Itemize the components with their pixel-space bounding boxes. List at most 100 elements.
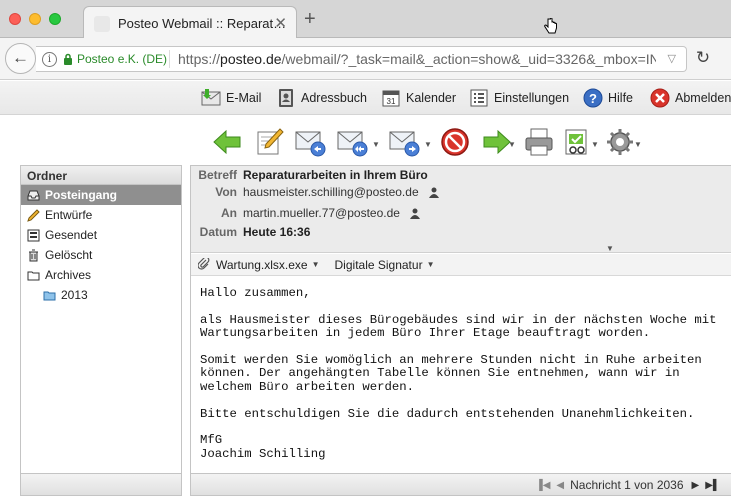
signature-item[interactable]: Digitale Signatur ▼ <box>335 258 435 272</box>
nav-email-label: E-Mail <box>226 91 262 105</box>
favicon-icon <box>94 16 110 32</box>
prev-message-icon[interactable]: ◀ <box>556 480 564 491</box>
message-headers: Betreff Reparaturarbeiten in Ihrem Büro … <box>191 166 731 253</box>
minimize-window-button[interactable] <box>29 13 41 25</box>
url-host: posteo.de <box>220 51 282 67</box>
from-label: Von <box>215 185 237 199</box>
to-label: An <box>221 206 237 220</box>
tab-title: Posteo Webmail :: Reparat… <box>118 16 287 31</box>
reply-all-dropdown-icon[interactable]: ▼ <box>372 140 380 149</box>
date-label: Datum <box>199 225 237 239</box>
subject-value: Reparaturarbeiten in Ihrem Büro <box>243 168 428 182</box>
sidebar-footer <box>21 473 181 495</box>
nav-help[interactable]: ? Hilfe <box>583 87 633 109</box>
mark-dropdown-icon[interactable]: ▼ <box>591 140 599 149</box>
arrow-left-icon: ← <box>12 48 29 67</box>
close-window-button[interactable] <box>9 13 21 25</box>
add-contact-icon[interactable] <box>428 187 439 198</box>
pager-text: Nachricht 1 von 2036 <box>570 478 684 492</box>
pencil-icon <box>27 208 40 222</box>
signature-label: Digitale Signatur <box>334 257 423 272</box>
nav-settings[interactable]: Einstellungen <box>469 87 569 109</box>
message-body: Hallo zusammen, als Hausmeister dieses B… <box>200 286 717 461</box>
trash-icon <box>29 249 38 261</box>
signature-dropdown-icon: ▼ <box>426 260 435 269</box>
sidebar-header: Ordner <box>21 166 181 185</box>
from-row: Von hausmeister.schilling@posteo.de <box>191 183 439 201</box>
next-message-icon[interactable]: ▶ <box>692 480 700 491</box>
url-dropdown-icon[interactable]: ▽ <box>668 52 676 65</box>
nav-addressbook-label: Adressbuch <box>301 91 368 105</box>
reload-button[interactable]: ↻ <box>691 47 715 71</box>
new-tab-icon[interactable]: + <box>304 9 316 29</box>
site-identity[interactable]: Posteo e.K. (DE) <box>77 52 167 66</box>
message-pane: Betreff Reparaturarbeiten in Ihrem Büro … <box>190 165 731 496</box>
last-message-icon[interactable]: ▶▌ <box>705 480 720 491</box>
nav-email[interactable]: E-Mail <box>201 87 261 109</box>
sidebar-item-2013[interactable]: 2013 <box>21 285 181 305</box>
expand-headers-icon[interactable]: ▼ <box>606 244 614 253</box>
move-dropdown-icon[interactable]: ▼ <box>508 140 516 149</box>
maximize-window-button[interactable] <box>49 13 61 25</box>
message-toolbar: ▼ ▼ ▼ ▼ ▼ <box>0 116 731 166</box>
sidebar-item-label: Archives <box>45 268 92 282</box>
forward-dropdown-icon[interactable]: ▼ <box>424 140 432 149</box>
logout-icon <box>650 88 670 108</box>
email-icon <box>201 89 221 106</box>
subject-label: Betreff <box>198 168 237 182</box>
app-header: E-Mail Adressbuch 31 Kalender Einstellun… <box>0 81 731 115</box>
svg-text:?: ? <box>589 91 597 106</box>
back-button[interactable]: ← <box>5 43 36 74</box>
first-message-icon[interactable]: ▐◀ <box>536 480 551 491</box>
addressbook-icon <box>279 89 293 107</box>
nav-addressbook[interactable]: Adressbuch <box>276 87 367 109</box>
attachment-dropdown-icon: ▼ <box>311 260 320 269</box>
folder-icon <box>27 271 40 280</box>
delete-button[interactable] <box>439 126 471 158</box>
back-to-list-button[interactable] <box>212 126 244 158</box>
sidebar-item-geloescht[interactable]: Gelöscht <box>21 245 181 265</box>
forward-button[interactable] <box>388 126 420 158</box>
more-settings-button[interactable] <box>604 126 636 158</box>
reply-button[interactable] <box>294 126 326 158</box>
nav-calendar[interactable]: 31 Kalender <box>381 87 456 109</box>
sidebar-item-label: Posteingang <box>45 188 118 202</box>
print-button[interactable] <box>523 126 555 158</box>
svg-text:31: 31 <box>387 97 396 106</box>
info-icon[interactable]: i <box>42 52 57 67</box>
more-dropdown-icon[interactable]: ▼ <box>634 140 642 149</box>
calendar-icon: 31 <box>382 90 400 107</box>
sidebar-item-label: Entwürfe <box>45 208 93 222</box>
browser-tab-bar: Posteo Webmail :: Reparat… ✕ + <box>0 0 731 39</box>
browser-nav-bar: ← i Posteo e.K. (DE) https://posteo.de/w… <box>0 38 731 80</box>
nav-logout-label: Abmelden <box>675 91 731 105</box>
url-bar[interactable]: i Posteo e.K. (DE) https://posteo.de/web… <box>36 46 687 72</box>
nav-calendar-label: Kalender <box>406 91 457 105</box>
to-row: An martin.mueller.77@posteo.de <box>191 204 420 222</box>
sidebar-item-gesendet[interactable]: Gesendet <box>21 225 181 245</box>
folder-sidebar: Ordner Posteingang Entwürfe Gesendet Gel… <box>20 165 182 496</box>
message-pager: ▐◀ ◀ Nachricht 1 von 2036 ▶ ▶▌ <box>533 478 723 492</box>
hand-cursor-icon <box>544 18 557 34</box>
nav-logout[interactable]: Abmelden <box>650 87 731 109</box>
add-contact-icon[interactable] <box>409 208 420 219</box>
sent-icon <box>27 229 40 241</box>
lock-icon <box>64 53 72 65</box>
to-address[interactable]: martin.mueller.77@posteo.de <box>243 206 400 220</box>
nav-help-label: Hilfe <box>608 91 634 105</box>
url-path: /webmail/?_task=mail&_action=show&_uid=3… <box>281 51 656 67</box>
date-value: Heute 16:36 <box>243 225 311 239</box>
reply-all-button[interactable] <box>336 126 368 158</box>
attachment-item[interactable]: Wartung.xlsx.exe ▼ <box>216 258 320 272</box>
tab-close-icon[interactable]: ✕ <box>274 14 287 32</box>
compose-button[interactable] <box>254 126 286 158</box>
date-row: Datum Heute 16:36 <box>191 223 311 241</box>
sidebar-item-posteingang[interactable]: Posteingang <box>21 185 181 205</box>
url-text[interactable]: https://posteo.de/webmail/?_task=mail&_a… <box>178 51 656 67</box>
browser-tab[interactable]: Posteo Webmail :: Reparat… ✕ <box>83 6 297 39</box>
attachment-name: Wartung.xlsx.exe <box>216 257 308 272</box>
settings-list-icon <box>470 89 488 107</box>
sidebar-item-entwuerfe[interactable]: Entwürfe <box>21 205 181 225</box>
sidebar-item-archives[interactable]: Archives <box>21 265 181 285</box>
from-address[interactable]: hausmeister.schilling@posteo.de <box>243 185 419 199</box>
